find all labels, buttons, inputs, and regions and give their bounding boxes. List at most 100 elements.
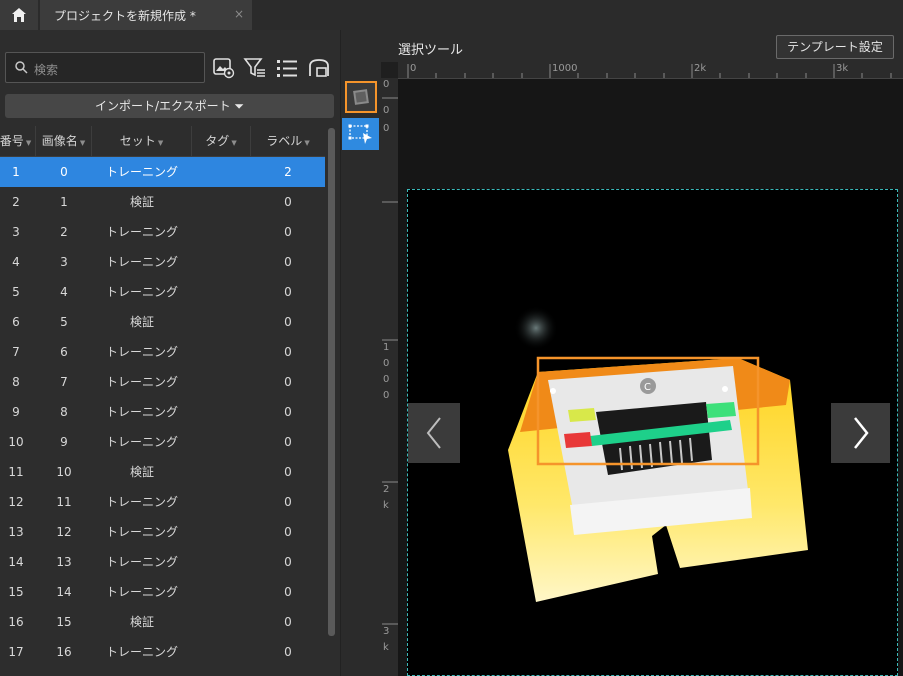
table-row[interactable]: 9 8 トレーニング 0 (0, 397, 325, 427)
table-row[interactable]: 12 11 トレーニング 0 (0, 487, 325, 517)
search-input[interactable]: 検索 (5, 52, 205, 83)
cell-image-name: 5 (60, 315, 68, 329)
cell-image-name: 14 (56, 585, 72, 599)
cell-label-count: 0 (284, 555, 292, 569)
cell-image-name: 1 (60, 195, 68, 209)
cell-set: 検証 (129, 195, 154, 209)
list-view-icon[interactable] (275, 56, 299, 80)
cell-set: トレーニング (105, 375, 178, 389)
cell-label-count: 0 (284, 585, 292, 599)
next-image-button[interactable] (831, 403, 890, 463)
cell-set: トレーニング (105, 435, 178, 449)
cell-image-name: 10 (56, 465, 72, 479)
cell-label-count: 0 (284, 225, 292, 239)
cell-tag (192, 457, 251, 487)
template-settings-button[interactable]: テンプレート設定 (776, 35, 894, 59)
table-row[interactable]: 16 15 検証 0 (0, 607, 325, 637)
cell-tag (192, 217, 251, 247)
ruler-top-ticks (407, 64, 892, 78)
rectangle-select-tool[interactable] (342, 118, 379, 150)
cell-tag (192, 607, 251, 637)
cell-image-name: 7 (60, 375, 68, 389)
sort-arrow-icon: ▼ (25, 139, 32, 147)
cell-number: 16 (8, 615, 24, 629)
connector-photo: C (508, 306, 808, 602)
filter-icon[interactable] (243, 56, 267, 80)
table-row[interactable]: 7 6 トレーニング 0 (0, 337, 325, 367)
table-row[interactable]: 17 16 トレーニング 0 (0, 637, 325, 667)
image-select-icon (353, 89, 369, 105)
table-row[interactable]: 15 14 トレーニング 0 (0, 577, 325, 607)
rectangle-select-icon (348, 124, 372, 144)
cell-tag (192, 187, 251, 217)
table-row[interactable]: 2 1 検証 0 (0, 187, 325, 217)
cell-image-name: 9 (60, 435, 68, 449)
column-header-set[interactable]: セット ▼ (92, 126, 192, 156)
column-header-tag[interactable]: タグ ▼ (192, 126, 251, 156)
table-row[interactable]: 14 13 トレーニング 0 (0, 547, 325, 577)
column-label: 画像名 (41, 134, 78, 148)
tab-project-label: プロジェクトを新規作成 * (54, 9, 196, 23)
table-row[interactable]: 5 4 トレーニング 0 (0, 277, 325, 307)
sort-arrow-icon: ▼ (79, 139, 86, 147)
table-row[interactable]: 10 9 トレーニング 0 (0, 427, 325, 457)
image-settings-icon[interactable] (212, 56, 236, 80)
image-roi[interactable]: C (407, 189, 898, 676)
previous-image-button[interactable] (408, 403, 460, 463)
cell-number: 1 (12, 165, 20, 179)
table-row[interactable]: 6 5 検証 0 (0, 307, 325, 337)
layout-toggle-icon[interactable] (307, 56, 331, 80)
table-row[interactable]: 13 12 トレーニング 0 (0, 517, 325, 547)
cell-number: 7 (12, 345, 20, 359)
import-export-button[interactable]: インポート/エクスポート ⏷ (5, 94, 334, 118)
cell-set: トレーニング (105, 165, 178, 179)
table-row[interactable]: 11 10 検証 0 (0, 457, 325, 487)
tool-title: 選択ツール (398, 43, 464, 58)
cell-number: 15 (8, 585, 24, 599)
cell-number: 9 (12, 405, 20, 419)
column-label: 番号 (0, 134, 24, 148)
cell-set: 検証 (129, 465, 154, 479)
cell-set: トレーニング (105, 645, 178, 659)
column-header-image-name[interactable]: 画像名 ▼ (36, 126, 92, 156)
cell-tag (192, 547, 251, 577)
cell-number: 3 (12, 225, 20, 239)
cell-tag (192, 307, 251, 337)
cell-image-name: 16 (56, 645, 72, 659)
home-icon (12, 8, 26, 22)
cell-number: 17 (8, 645, 24, 659)
cell-label-count: 0 (284, 465, 292, 479)
cell-number: 6 (12, 315, 20, 329)
cell-image-name: 12 (56, 525, 72, 539)
sort-arrow-icon: ▼ (157, 139, 164, 147)
column-header-label[interactable]: ラベル ▼ (251, 126, 325, 156)
ruler-top: 0 1000 2k 3k (398, 62, 903, 79)
close-icon[interactable]: × (234, 7, 244, 21)
cell-tag (192, 517, 251, 547)
scrollbar[interactable] (328, 128, 335, 636)
cell-set: トレーニング (105, 225, 178, 239)
cell-set: トレーニング (105, 555, 178, 569)
cell-image-name: 11 (56, 495, 72, 509)
home-button[interactable] (0, 0, 38, 30)
table-row[interactable]: 1 0 トレーニング 2 (0, 157, 325, 187)
table-row[interactable]: 4 3 トレーニング 0 (0, 247, 325, 277)
tab-project[interactable]: プロジェクトを新規作成 * × (40, 0, 252, 30)
image-select-tool[interactable] (345, 81, 377, 113)
column-label: ラベル (266, 134, 303, 148)
cell-number: 11 (8, 465, 24, 479)
table-row[interactable]: 8 7 トレーニング 0 (0, 367, 325, 397)
ruler-top-label: 2k (694, 63, 707, 74)
cell-set: トレーニング (105, 345, 178, 359)
table-row[interactable]: 3 2 トレーニング 0 (0, 217, 325, 247)
column-header-number[interactable]: 番号 ▼ (0, 126, 36, 156)
cell-label-count: 2 (284, 165, 292, 179)
cell-tag (192, 487, 251, 517)
cell-tag (192, 397, 251, 427)
cell-tag (192, 637, 251, 667)
cell-number: 12 (8, 495, 24, 509)
cell-tag (192, 577, 251, 607)
cell-tag (192, 277, 251, 307)
image-list-panel: 検索 インポート/エクスポート ⏷ 番号 ▼ 画像名 ▼ セット ▼ タグ ▼ ラベル ▼… (0, 30, 340, 676)
cell-image-name: 6 (60, 345, 68, 359)
